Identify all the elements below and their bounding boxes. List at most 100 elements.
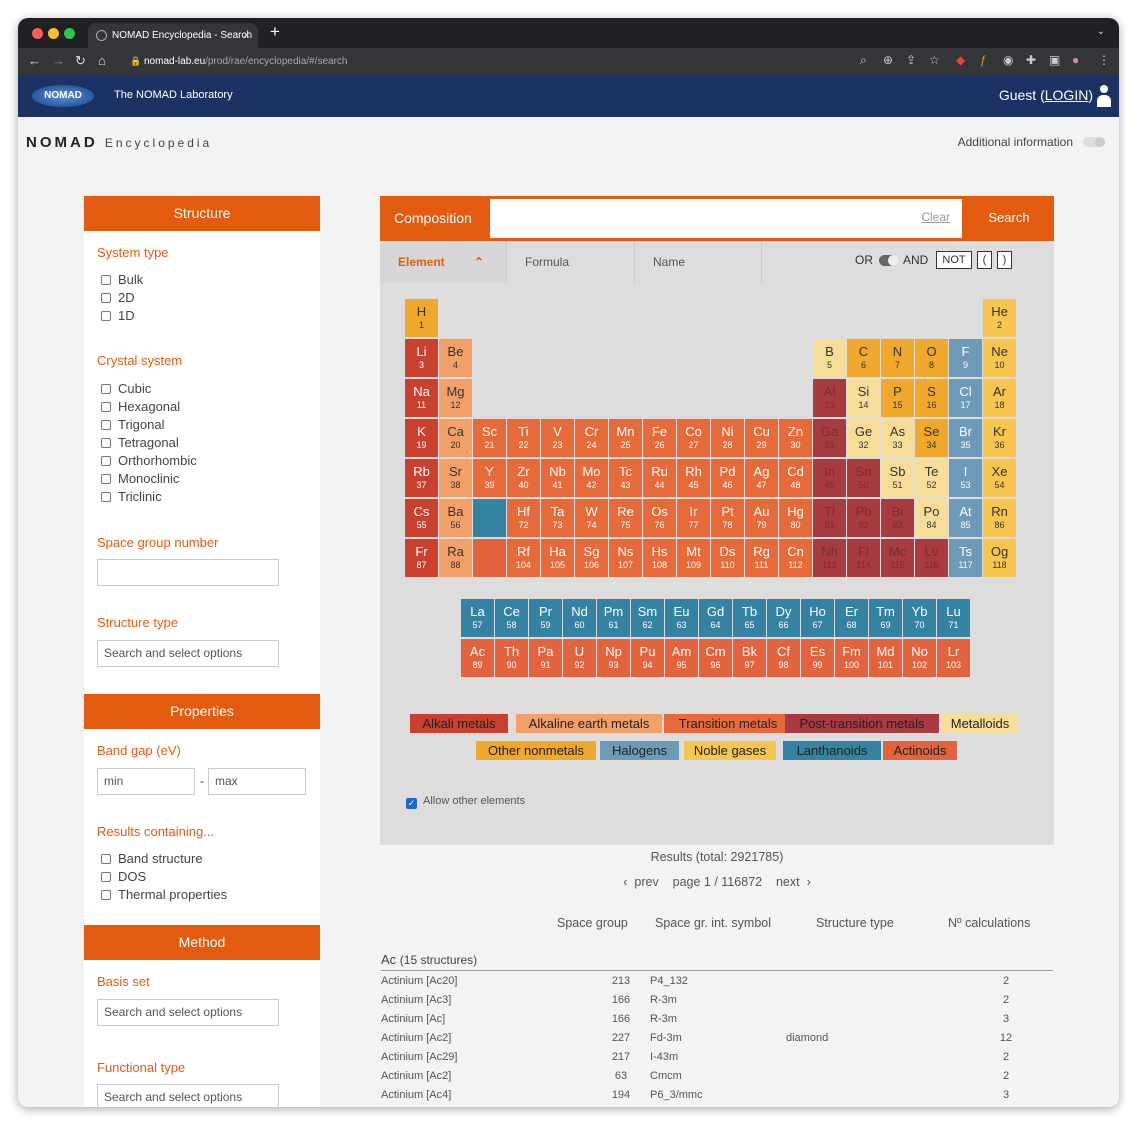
element-lanthanoid-placeholder[interactable] xyxy=(473,499,506,537)
element-pd[interactable]: Pd 46 xyxy=(711,459,744,497)
element-md[interactable]: Md 101 xyxy=(869,639,902,677)
element-v[interactable]: V 23 xyxy=(541,419,574,457)
element-sg[interactable]: Sg 106 xyxy=(575,539,608,577)
checkbox[interactable] xyxy=(101,456,111,466)
element-o[interactable]: O8 xyxy=(915,339,948,377)
element-sr[interactable]: Sr 38 xyxy=(439,459,472,497)
element-hg[interactable]: Hg 80 xyxy=(779,499,812,537)
checkbox[interactable] xyxy=(101,275,111,285)
element-as[interactable]: As 33 xyxy=(881,419,914,457)
element-mo[interactable]: Mo 42 xyxy=(575,459,608,497)
element-cu[interactable]: Cu 29 xyxy=(745,419,778,457)
element-tl[interactable]: Tl 81 xyxy=(813,499,846,537)
minimize-window-button[interactable] xyxy=(48,28,59,39)
element-y[interactable]: Y 39 xyxy=(473,459,506,497)
legend-actinoids[interactable]: Actinoids xyxy=(883,741,957,760)
element-tb[interactable]: Tb 65 xyxy=(733,599,766,637)
element-no[interactable]: No 102 xyxy=(903,639,936,677)
element-au[interactable]: Au 79 xyxy=(745,499,778,537)
login-link[interactable]: LOGIN xyxy=(1045,87,1089,103)
legend-alkaline-earth-metals[interactable]: Alkaline earth metals xyxy=(516,714,662,733)
allow-other-elements[interactable]: ✓ Allow other elements xyxy=(406,795,525,809)
element-cn[interactable]: Cn 112 xyxy=(779,539,812,577)
not-button[interactable]: NOT xyxy=(936,251,972,269)
extension-badge-icon[interactable]: ◉ xyxy=(1003,53,1013,67)
legend-noble-gases[interactable]: Noble gases xyxy=(684,741,776,760)
contains-thermal[interactable]: Thermal properties xyxy=(101,887,227,902)
system-type-1d[interactable]: 1D xyxy=(101,308,135,323)
element-n[interactable]: N7 xyxy=(881,339,914,377)
tab-list-chevron-icon[interactable]: ⌄ xyxy=(1097,26,1105,37)
element-pt[interactable]: Pt 78 xyxy=(711,499,744,537)
puzzle-icon[interactable]: ✚ xyxy=(1026,53,1036,67)
element-nb[interactable]: Nb 41 xyxy=(541,459,574,497)
contains-dos[interactable]: DOS xyxy=(101,869,146,884)
legend-transition-metals[interactable]: Transition metals xyxy=(664,714,792,733)
element-sm[interactable]: Sm 62 xyxy=(631,599,664,637)
additional-info-toggle[interactable] xyxy=(1083,137,1105,147)
element-po[interactable]: Po 84 xyxy=(915,499,948,537)
element-pb[interactable]: Pb 82 xyxy=(847,499,880,537)
checkbox[interactable] xyxy=(101,384,111,394)
home-icon[interactable]: ⌂ xyxy=(98,53,106,68)
element-ag[interactable]: Ag 47 xyxy=(745,459,778,497)
clear-link[interactable]: Clear xyxy=(921,210,950,224)
checkbox[interactable] xyxy=(101,420,111,430)
table-row[interactable]: Actinium [Ac3] 166 R-3m 2 xyxy=(381,991,1053,1010)
url-field[interactable]: 🔒 nomad-lab.eu/prod/rae/encyclopedia/#/s… xyxy=(126,51,878,72)
tab-close-icon[interactable]: × xyxy=(243,23,250,48)
element-fl[interactable]: Fl 114 xyxy=(847,539,880,577)
table-row[interactable]: Actinium [Ac2] 63 Cmcm 2 xyxy=(381,1067,1053,1086)
element-ir[interactable]: Ir 77 xyxy=(677,499,710,537)
element-mc[interactable]: Mc 115 xyxy=(881,539,914,577)
element-tm[interactable]: Tm 69 xyxy=(869,599,902,637)
element-b[interactable]: B5 xyxy=(813,339,846,377)
next-link[interactable]: next xyxy=(776,875,800,889)
element-rh[interactable]: Rh 45 xyxy=(677,459,710,497)
tab-formula[interactable]: Formula xyxy=(506,241,634,283)
element-c[interactable]: C6 xyxy=(847,339,880,377)
element-bk[interactable]: Bk 97 xyxy=(733,639,766,677)
user-icon[interactable] xyxy=(1097,85,1111,107)
element-ns[interactable]: Ns 107 xyxy=(609,539,642,577)
share-icon[interactable]: ⇪ xyxy=(906,53,916,67)
element-li[interactable]: Li 3 xyxy=(405,339,438,377)
legend-lanthanoids[interactable]: Lanthanoids xyxy=(783,741,881,760)
element-bi[interactable]: Bi 83 xyxy=(881,499,914,537)
checkbox[interactable] xyxy=(101,438,111,448)
element-ho[interactable]: Ho 67 xyxy=(801,599,834,637)
crystal-monoclinic[interactable]: Monoclinic xyxy=(101,471,179,486)
legend-metalloids[interactable]: Metalloids xyxy=(942,714,1018,733)
close-paren-button[interactable]: ) xyxy=(997,251,1012,269)
or-and-toggle[interactable] xyxy=(879,255,899,266)
element-i[interactable]: I 53 xyxy=(949,459,982,497)
crystal-trigonal[interactable]: Trigonal xyxy=(101,417,164,432)
search-icon[interactable]: ⌕ xyxy=(860,53,867,68)
element-w[interactable]: W 74 xyxy=(575,499,608,537)
element-sc[interactable]: Sc 21 xyxy=(473,419,506,457)
element-nh[interactable]: Nh 113 xyxy=(813,539,846,577)
forward-icon[interactable]: → xyxy=(52,53,65,68)
element-np[interactable]: Np 93 xyxy=(597,639,630,677)
element-zr[interactable]: Zr 40 xyxy=(507,459,540,497)
method-panel-header[interactable]: Method xyxy=(84,925,320,960)
element-pr[interactable]: Pr 59 xyxy=(529,599,562,637)
tab-name[interactable]: Name xyxy=(634,241,761,283)
element-hf[interactable]: Hf 72 xyxy=(507,499,540,537)
element-ne[interactable]: Ne 10 xyxy=(983,339,1016,377)
element-na[interactable]: Na 11 xyxy=(405,379,438,417)
element-os[interactable]: Os 76 xyxy=(643,499,676,537)
element-fe[interactable]: Fe 26 xyxy=(643,419,676,457)
structure-type-select[interactable]: Search and select options xyxy=(97,640,279,667)
element-cl[interactable]: Cl 17 xyxy=(949,379,982,417)
element-gd[interactable]: Gd 64 xyxy=(699,599,732,637)
element-cf[interactable]: Cf 98 xyxy=(767,639,800,677)
element-cr[interactable]: Cr 24 xyxy=(575,419,608,457)
element-ba[interactable]: Ba 56 xyxy=(439,499,472,537)
functional-type-select[interactable]: Search and select options xyxy=(97,1084,279,1107)
element-rn[interactable]: Rn 86 xyxy=(983,499,1016,537)
legend-other-nonmetals[interactable]: Other nonmetals xyxy=(476,741,596,760)
element-am[interactable]: Am 95 xyxy=(665,639,698,677)
element-nd[interactable]: Nd 60 xyxy=(563,599,596,637)
col-space-symbol[interactable]: Space gr. int. symbol xyxy=(655,916,771,930)
